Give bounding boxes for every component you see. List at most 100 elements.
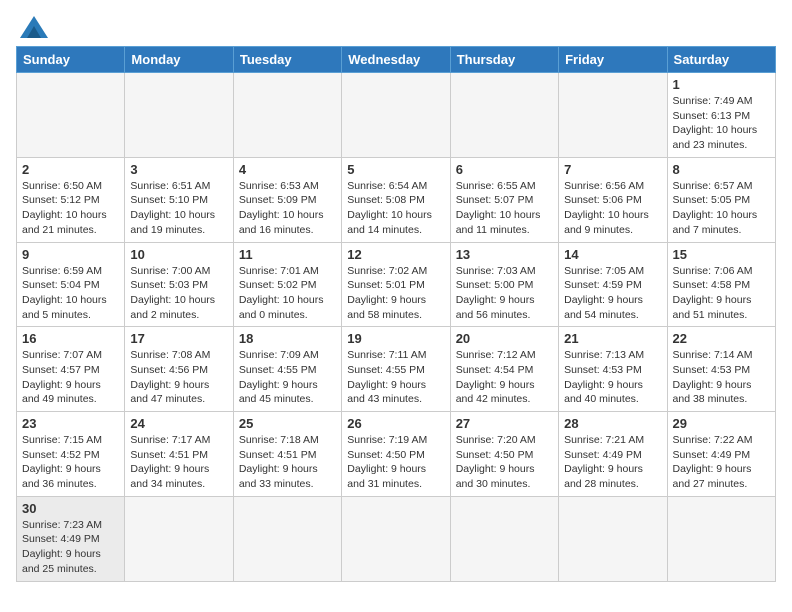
day-info: Sunrise: 7:05 AM Sunset: 4:59 PM Dayligh… (564, 264, 661, 323)
calendar-day-cell: 29Sunrise: 7:22 AM Sunset: 4:49 PM Dayli… (667, 412, 775, 497)
calendar-day-cell: 5 Sunrise: 6:54 AM Sunset: 5:08 PM Daylig… (342, 157, 450, 242)
day-info: Sunrise: 7:13 AM Sunset: 4:53 PM Dayligh… (564, 348, 661, 407)
calendar-week-row: 16 Sunrise: 7:07 AM Sunset: 4:57 PM Dayli… (17, 327, 776, 412)
day-number: 11 (239, 247, 336, 262)
day-info: Sunrise: 6:55 AM Sunset: 5:07 PM Dayligh… (456, 179, 553, 238)
day-number: 10 (130, 247, 227, 262)
day-number: 13 (456, 247, 553, 262)
day-number: 12 (347, 247, 444, 262)
calendar-day-cell: 7 Sunrise: 6:56 AM Sunset: 5:06 PM Daylig… (559, 157, 667, 242)
day-info: Sunrise: 7:06 AM Sunset: 4:58 PM Dayligh… (673, 264, 770, 323)
day-number: 20 (456, 331, 553, 346)
day-info: Sunrise: 6:51 AM Sunset: 5:10 PM Dayligh… (130, 179, 227, 238)
calendar-day-cell (233, 73, 341, 158)
calendar-day-cell (17, 73, 125, 158)
weekday-header-thursday: Thursday (450, 47, 558, 73)
day-number: 24 (130, 416, 227, 431)
calendar-day-cell: 4Sunrise: 6:53 AM Sunset: 5:09 PM Daylig… (233, 157, 341, 242)
day-info: Sunrise: 6:56 AM Sunset: 5:06 PM Dayligh… (564, 179, 661, 238)
day-info: Sunrise: 7:19 AM Sunset: 4:50 PM Dayligh… (347, 433, 444, 492)
calendar-day-cell: 18 Sunrise: 7:09 AM Sunset: 4:55 PM Dayli… (233, 327, 341, 412)
day-number: 14 (564, 247, 661, 262)
weekday-header-friday: Friday (559, 47, 667, 73)
day-number: 30 (22, 501, 119, 516)
calendar-day-cell: 21 Sunrise: 7:13 AM Sunset: 4:53 PM Dayli… (559, 327, 667, 412)
day-number: 3 (130, 162, 227, 177)
calendar: SundayMondayTuesdayWednesdayThursdayFrid… (16, 46, 776, 582)
day-info: Sunrise: 7:09 AM Sunset: 4:55 PM Dayligh… (239, 348, 336, 407)
day-number: 2 (22, 162, 119, 177)
calendar-day-cell (450, 73, 558, 158)
day-info: Sunrise: 7:17 AM Sunset: 4:51 PM Dayligh… (130, 433, 227, 492)
day-info: Sunrise: 7:03 AM Sunset: 5:00 PM Dayligh… (456, 264, 553, 323)
day-number: 6 (456, 162, 553, 177)
calendar-week-row: 2 Sunrise: 6:50 AM Sunset: 5:12 PM Daylig… (17, 157, 776, 242)
weekday-header-monday: Monday (125, 47, 233, 73)
logo (16, 16, 48, 38)
weekday-header-wednesday: Wednesday (342, 47, 450, 73)
day-info: Sunrise: 7:18 AM Sunset: 4:51 PM Dayligh… (239, 433, 336, 492)
calendar-day-cell: 26 Sunrise: 7:19 AM Sunset: 4:50 PM Dayli… (342, 412, 450, 497)
calendar-day-cell: 8Sunrise: 6:57 AM Sunset: 5:05 PM Daylig… (667, 157, 775, 242)
calendar-day-cell (450, 496, 558, 581)
day-info: Sunrise: 7:12 AM Sunset: 4:54 PM Dayligh… (456, 348, 553, 407)
day-info: Sunrise: 7:49 AM Sunset: 6:13 PM Dayligh… (673, 94, 770, 153)
calendar-day-cell: 17Sunrise: 7:08 AM Sunset: 4:56 PM Dayli… (125, 327, 233, 412)
calendar-day-cell (559, 496, 667, 581)
calendar-day-cell: 27 Sunrise: 7:20 AM Sunset: 4:50 PM Dayli… (450, 412, 558, 497)
day-info: Sunrise: 7:08 AM Sunset: 4:56 PM Dayligh… (130, 348, 227, 407)
day-number: 16 (22, 331, 119, 346)
calendar-week-row: 1 Sunrise: 7:49 AM Sunset: 6:13 PM Daylig… (17, 73, 776, 158)
day-info: Sunrise: 7:15 AM Sunset: 4:52 PM Dayligh… (22, 433, 119, 492)
calendar-day-cell (342, 496, 450, 581)
day-info: Sunrise: 7:21 AM Sunset: 4:49 PM Dayligh… (564, 433, 661, 492)
day-info: Sunrise: 7:07 AM Sunset: 4:57 PM Dayligh… (22, 348, 119, 407)
calendar-day-cell (667, 496, 775, 581)
calendar-day-cell: 12 Sunrise: 7:02 AM Sunset: 5:01 PM Dayli… (342, 242, 450, 327)
calendar-day-cell: 9Sunrise: 6:59 AM Sunset: 5:04 PM Daylig… (17, 242, 125, 327)
day-info: Sunrise: 6:54 AM Sunset: 5:08 PM Dayligh… (347, 179, 444, 238)
day-info: Sunrise: 7:23 AM Sunset: 4:49 PM Dayligh… (22, 518, 119, 577)
day-info: Sunrise: 7:00 AM Sunset: 5:03 PM Dayligh… (130, 264, 227, 323)
weekday-header-tuesday: Tuesday (233, 47, 341, 73)
weekday-header-sunday: Sunday (17, 47, 125, 73)
day-number: 21 (564, 331, 661, 346)
calendar-day-cell: 1 Sunrise: 7:49 AM Sunset: 6:13 PM Daylig… (667, 73, 775, 158)
day-number: 7 (564, 162, 661, 177)
calendar-day-cell: 25 Sunrise: 7:18 AM Sunset: 4:51 PM Dayli… (233, 412, 341, 497)
day-info: Sunrise: 7:20 AM Sunset: 4:50 PM Dayligh… (456, 433, 553, 492)
calendar-day-cell: 30 Sunrise: 7:23 AM Sunset: 4:49 PM Dayli… (17, 496, 125, 581)
day-number: 27 (456, 416, 553, 431)
day-number: 1 (673, 77, 770, 92)
day-info: Sunrise: 7:14 AM Sunset: 4:53 PM Dayligh… (673, 348, 770, 407)
day-info: Sunrise: 7:02 AM Sunset: 5:01 PM Dayligh… (347, 264, 444, 323)
calendar-day-cell: 10 Sunrise: 7:00 AM Sunset: 5:03 PM Dayli… (125, 242, 233, 327)
calendar-day-cell (559, 73, 667, 158)
day-info: Sunrise: 6:50 AM Sunset: 5:12 PM Dayligh… (22, 179, 119, 238)
calendar-day-cell: 23 Sunrise: 7:15 AM Sunset: 4:52 PM Dayli… (17, 412, 125, 497)
calendar-day-cell (125, 496, 233, 581)
day-number: 22 (673, 331, 770, 346)
calendar-day-cell: 15Sunrise: 7:06 AM Sunset: 4:58 PM Dayli… (667, 242, 775, 327)
calendar-day-cell: 16 Sunrise: 7:07 AM Sunset: 4:57 PM Dayli… (17, 327, 125, 412)
calendar-week-row: 9Sunrise: 6:59 AM Sunset: 5:04 PM Daylig… (17, 242, 776, 327)
day-number: 25 (239, 416, 336, 431)
calendar-day-cell: 20 Sunrise: 7:12 AM Sunset: 4:54 PM Dayli… (450, 327, 558, 412)
weekday-header-row: SundayMondayTuesdayWednesdayThursdayFrid… (17, 47, 776, 73)
day-number: 26 (347, 416, 444, 431)
calendar-day-cell: 14 Sunrise: 7:05 AM Sunset: 4:59 PM Dayli… (559, 242, 667, 327)
day-info: Sunrise: 6:57 AM Sunset: 5:05 PM Dayligh… (673, 179, 770, 238)
day-number: 5 (347, 162, 444, 177)
day-number: 23 (22, 416, 119, 431)
calendar-day-cell: 13 Sunrise: 7:03 AM Sunset: 5:00 PM Dayli… (450, 242, 558, 327)
calendar-day-cell (342, 73, 450, 158)
calendar-day-cell: 11Sunrise: 7:01 AM Sunset: 5:02 PM Dayli… (233, 242, 341, 327)
day-number: 9 (22, 247, 119, 262)
day-info: Sunrise: 7:22 AM Sunset: 4:49 PM Dayligh… (673, 433, 770, 492)
day-number: 18 (239, 331, 336, 346)
day-info: Sunrise: 6:53 AM Sunset: 5:09 PM Dayligh… (239, 179, 336, 238)
weekday-header-saturday: Saturday (667, 47, 775, 73)
header (16, 16, 776, 38)
calendar-day-cell: 24 Sunrise: 7:17 AM Sunset: 4:51 PM Dayli… (125, 412, 233, 497)
calendar-day-cell: 22 Sunrise: 7:14 AM Sunset: 4:53 PM Dayli… (667, 327, 775, 412)
